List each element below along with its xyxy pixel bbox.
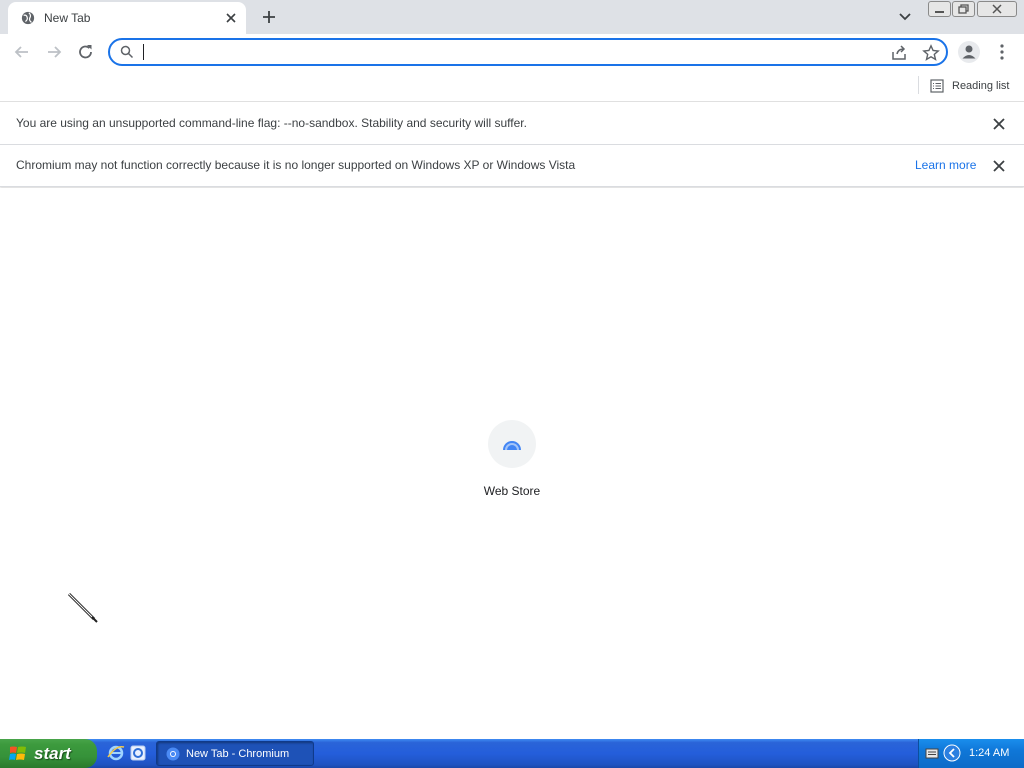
tab-strip: New Tab <box>0 0 1024 34</box>
infobar-message: Chromium may not function correctly beca… <box>16 158 576 172</box>
kebab-menu-icon[interactable] <box>993 41 1011 63</box>
new-tab-page: Web Store <box>0 188 1024 739</box>
tab-new-tab[interactable]: New Tab <box>8 2 246 34</box>
forward-arrow-icon[interactable] <box>42 41 66 63</box>
show-hidden-icons-chevron-icon[interactable] <box>943 744 961 762</box>
learn-more-link[interactable]: Learn more <box>915 158 976 172</box>
text-caret <box>143 44 144 60</box>
show-desktop-icon[interactable] <box>129 744 147 762</box>
tile-icon-background <box>488 420 536 468</box>
profile-button[interactable] <box>958 41 980 63</box>
share-icon[interactable] <box>890 44 908 62</box>
profile-avatar-icon <box>962 45 976 59</box>
infobar-no-sandbox: You are using an unsupported command-lin… <box>0 103 1024 145</box>
minimize-icon <box>935 11 944 13</box>
minimize-button[interactable] <box>928 1 951 17</box>
shortcut-tile-web-store[interactable]: Web Store <box>472 418 552 500</box>
taskbar: start New Tab - Chromium 1:24 AM <box>0 739 1024 768</box>
windows-logo-icon <box>9 746 26 760</box>
bookmarks-divider <box>918 76 919 94</box>
address-input[interactable] <box>142 43 862 61</box>
close-icon[interactable] <box>991 116 1007 132</box>
chromium-icon <box>166 747 180 760</box>
omnibox[interactable] <box>108 38 948 66</box>
taskbar-item-chromium[interactable]: New Tab - Chromium <box>156 741 314 766</box>
reading-list-label: Reading list <box>952 80 1010 92</box>
new-tab-plus-icon[interactable] <box>259 7 279 27</box>
restore-icon <box>958 4 969 14</box>
reading-list-icon <box>930 79 944 93</box>
keyboard-icon[interactable] <box>925 745 939 761</box>
window-close-button[interactable] <box>977 1 1017 17</box>
taskbar-item-label: New Tab - Chromium <box>186 747 290 760</box>
tile-label: Web Store <box>483 484 541 498</box>
pen-cursor-icon <box>67 592 98 623</box>
bookmark-star-icon[interactable] <box>922 44 940 62</box>
clock: 1:24 AM <box>969 747 1010 759</box>
system-tray: 1:24 AM <box>918 739 1024 768</box>
infobar-message: You are using an unsupported command-lin… <box>16 116 527 130</box>
infobar-unsupported-os: Chromium may not function correctly beca… <box>0 145 1024 187</box>
reload-icon[interactable] <box>74 41 98 63</box>
start-label: start <box>34 743 71 763</box>
window-close-icon <box>992 4 1002 14</box>
web-store-icon <box>503 441 521 451</box>
toolbar <box>0 34 1024 70</box>
reading-list-button[interactable]: Reading list <box>926 75 1013 97</box>
close-tab-icon[interactable] <box>223 10 239 26</box>
globe-icon <box>21 11 35 25</box>
tab-title: New Tab <box>44 11 91 25</box>
back-arrow-icon[interactable] <box>10 41 34 63</box>
bookmarks-bar: Reading list <box>0 70 1024 102</box>
tab-search-chevron-icon[interactable] <box>895 8 915 26</box>
restore-button[interactable] <box>952 1 975 17</box>
close-icon[interactable] <box>991 158 1007 174</box>
search-icon <box>120 45 134 59</box>
start-button[interactable]: start <box>0 739 97 768</box>
internet-explorer-icon[interactable] <box>107 744 125 762</box>
